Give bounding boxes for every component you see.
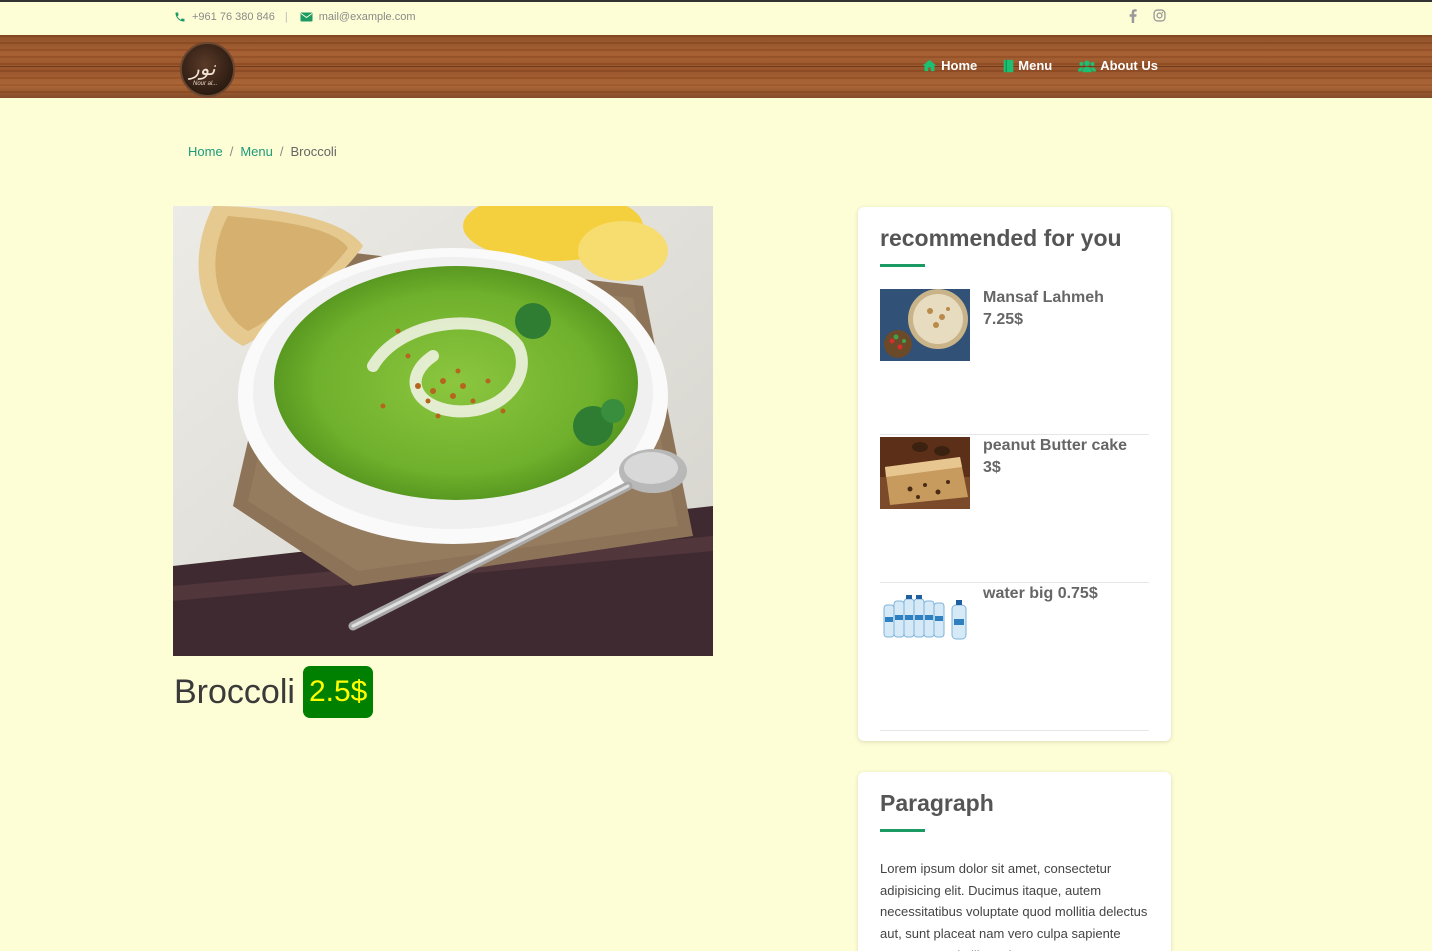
mansaf-photo[interactable]	[880, 289, 970, 361]
item-price: 0.75$	[1057, 585, 1098, 602]
recommended-card: recommended for you Mansaf Lahmeh 7.25$	[858, 207, 1171, 741]
breadcrumb-separator: /	[229, 144, 234, 159]
main-nav: Home Menu About Us	[922, 58, 1158, 73]
product-price-badge: 2.5$	[302, 666, 374, 718]
email-address[interactable]: mail@example.com	[319, 11, 416, 23]
breadcrumb-menu[interactable]: Menu	[240, 144, 273, 159]
cake-photo[interactable]	[880, 437, 970, 509]
facebook-icon[interactable]	[1129, 9, 1137, 23]
title-underline	[880, 829, 925, 832]
item-price: 7.25$	[983, 311, 1024, 328]
breadcrumb: Home / Menu / Broccoli	[188, 144, 337, 159]
recommended-item-text[interactable]: peanut Butter cake 3$	[983, 435, 1127, 479]
item-name: water big	[983, 585, 1054, 602]
breadcrumb-home[interactable]: Home	[188, 144, 223, 159]
recommended-title: recommended for you	[880, 225, 1122, 251]
water-bottles-photo[interactable]	[880, 585, 970, 657]
contact-info: +961 76 380 846 | mail@example.com	[174, 11, 416, 23]
breadcrumb-current: Broccoli	[290, 144, 337, 159]
product-name: Broccoli	[174, 672, 295, 711]
social-links	[1129, 9, 1166, 23]
instagram-icon[interactable]	[1153, 9, 1166, 23]
envelope-icon	[300, 12, 313, 22]
paragraph-title: Paragraph	[880, 790, 994, 816]
item-name: Mansaf Lahmeh	[983, 289, 1104, 306]
restaurant-logo[interactable]: ﻧﻮﺭ Nour al...	[180, 42, 235, 97]
nav-home-label: Home	[941, 58, 978, 73]
title-underline	[880, 264, 925, 267]
recommended-item[interactable]: peanut Butter cake 3$	[880, 435, 1149, 583]
recommended-item[interactable]: water big 0.75$	[880, 583, 1149, 731]
recommended-item-text[interactable]: Mansaf Lahmeh 7.25$	[983, 287, 1104, 331]
users-icon	[1078, 59, 1097, 73]
recommended-item-text[interactable]: water big 0.75$	[983, 583, 1098, 605]
menu-book-icon	[1003, 59, 1014, 73]
nav-menu[interactable]: Menu	[1003, 58, 1052, 73]
phone-number[interactable]: +961 76 380 846	[192, 11, 275, 23]
product-heading: Broccoli 2.5$	[174, 666, 374, 718]
paragraph-text: Lorem ipsum dolor sit amet, consectetur …	[880, 861, 1148, 951]
product-image	[173, 206, 713, 656]
recommended-item[interactable]: Mansaf Lahmeh 7.25$	[880, 287, 1149, 435]
contact-separator: |	[284, 11, 288, 23]
item-price: 3$	[983, 459, 1001, 476]
nav-menu-label: Menu	[1018, 58, 1053, 73]
phone-icon	[174, 11, 186, 23]
home-icon	[922, 59, 937, 72]
breadcrumb-separator: /	[279, 144, 284, 159]
nav-about-label: About Us	[1100, 58, 1158, 73]
recommended-list: Mansaf Lahmeh 7.25$ peanut Butter cake 3…	[880, 287, 1149, 731]
main-navbar: ﻧﻮﺭ Nour al... Home Menu About Us	[0, 35, 1432, 98]
paragraph-card: Paragraph Lorem ipsum dolor sit amet, co…	[858, 772, 1171, 951]
logo-script: Nour al...	[193, 81, 218, 87]
item-name: peanut Butter cake	[983, 437, 1128, 454]
logo-calligraphy: ﻧﻮﺭ	[190, 56, 218, 80]
nav-home[interactable]: Home	[922, 58, 977, 73]
top-contact-bar: +961 76 380 846 | mail@example.com	[0, 2, 1432, 35]
nav-about[interactable]: About Us	[1078, 58, 1158, 73]
